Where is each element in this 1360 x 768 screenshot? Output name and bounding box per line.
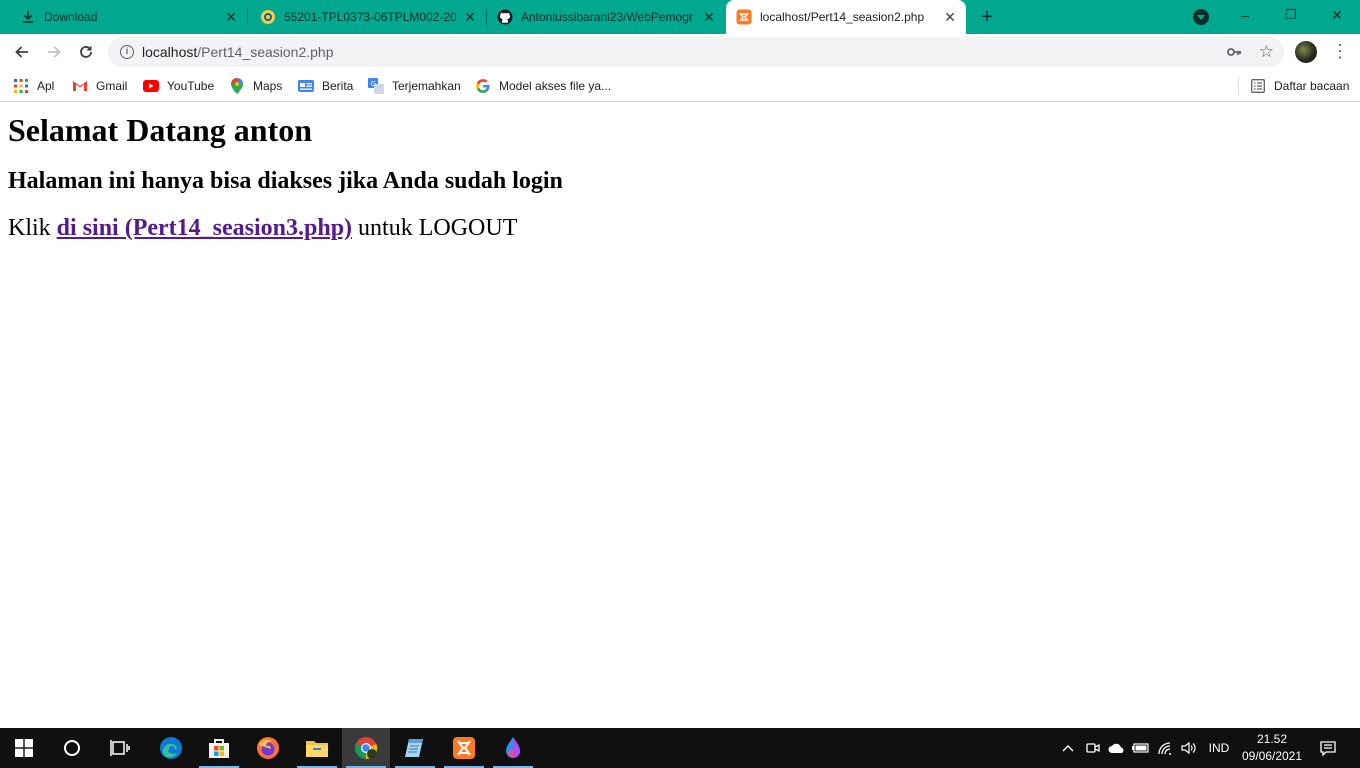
bookmark-star-icon[interactable]: ☆ [1259, 42, 1274, 62]
bookmark-gmail[interactable]: Gmail [72, 75, 127, 97]
university-logo-icon [260, 9, 276, 25]
forward-arrow-icon [48, 46, 61, 58]
reading-list-label: Daftar bacaan [1274, 79, 1350, 93]
gmail-icon [72, 78, 88, 94]
bookmark-label: YouTube [167, 79, 215, 93]
site-info-icon[interactable]: i [120, 45, 134, 59]
battery-icon[interactable] [1130, 728, 1152, 768]
tab-title: Antoniussibarani23/WebPemogr [521, 10, 693, 24]
maps-pin-icon [229, 78, 245, 94]
url-text[interactable]: localhost/Pert14_seasion2.php [142, 44, 333, 60]
volume-icon[interactable] [1178, 728, 1200, 768]
notepad-icon[interactable] [391, 728, 439, 768]
google-icon [475, 78, 491, 94]
onedrive-icon[interactable] [1106, 728, 1128, 768]
back-button[interactable] [8, 38, 36, 66]
bookmark-terjemahkan[interactable]: G Terjemahkan [368, 75, 461, 97]
cortana-search-icon[interactable] [48, 728, 96, 768]
reading-list-button[interactable]: Daftar bacaan [1250, 75, 1349, 97]
tab-close-icon[interactable]: ✕ [223, 9, 239, 25]
reading-list-icon [1250, 78, 1266, 94]
reload-icon [80, 46, 92, 58]
store-icon[interactable] [195, 728, 243, 768]
new-tab-button[interactable]: + [977, 7, 997, 27]
xampp-icon[interactable] [440, 728, 488, 768]
address-bar[interactable]: i localhost/Pert14_seasion2.php ☆ [108, 37, 1284, 67]
bookmark-label: Model akses file ya... [499, 79, 612, 93]
meet-now-icon[interactable] [1083, 728, 1103, 768]
tab-strip: Download ✕ 55201-TPL0373-06TPLM002-2020 … [0, 0, 1360, 34]
download-icon [20, 9, 36, 25]
windows-taskbar: IND 21.52 09/06/2021 [0, 728, 1360, 768]
key-icon[interactable] [1226, 44, 1242, 65]
logout-suffix: untuk LOGOUT [358, 215, 518, 241]
tab-title: 55201-TPL0373-06TPLM002-2020 [284, 10, 456, 24]
bookmark-label: Maps [253, 79, 283, 93]
bookmark-maps[interactable]: Maps [229, 75, 282, 97]
tray-overflow-icon[interactable] [1058, 728, 1078, 768]
bookmark-label: Berita [322, 79, 354, 93]
tab-close-icon[interactable]: ✕ [942, 9, 958, 25]
logout-prefix: Klik [8, 215, 51, 241]
bookmarks-bar: Apl Gmail YouTube Maps Berita G Terjemah… [0, 70, 1360, 102]
minimize-button[interactable]: – [1222, 0, 1268, 34]
translate-icon: G [368, 78, 384, 94]
bookmark-youtube[interactable]: YouTube [143, 75, 214, 97]
clock[interactable]: 21.52 09/06/2021 [1236, 731, 1308, 765]
forward-button[interactable] [40, 38, 68, 66]
tab-title: Download [44, 10, 98, 24]
firefox-icon[interactable] [244, 728, 292, 768]
bookmark-apl[interactable]: Apl [13, 75, 54, 97]
logout-line: Klik di sini (Pert14_seasion3.php) untuk… [8, 215, 517, 242]
close-window-button[interactable]: ✕ [1314, 0, 1360, 34]
reload-button[interactable] [72, 38, 100, 66]
bookmark-berita[interactable]: Berita [298, 75, 353, 97]
tab-github[interactable]: Antoniussibarani23/WebPemogr ✕ [487, 0, 725, 34]
github-icon [497, 9, 513, 25]
tab-course[interactable]: 55201-TPL0373-06TPLM002-2020 ✕ [248, 0, 486, 34]
edge-icon[interactable] [147, 728, 195, 768]
bookmark-model-akses[interactable]: Model akses file ya... [475, 75, 611, 97]
clock-time: 21.52 [1256, 732, 1288, 746]
apps-grid-icon [13, 78, 29, 94]
bookmark-label: Apl [37, 79, 55, 93]
windows-start-icon[interactable] [0, 728, 48, 768]
news-icon [298, 78, 314, 94]
xampp-icon [736, 9, 752, 25]
url-path: /Pert14_seasion2.php [197, 44, 334, 60]
task-view-icon[interactable] [96, 728, 144, 768]
tab-title: localhost/Pert14_seasion2.php [760, 10, 925, 24]
bookmark-label: Gmail [96, 79, 128, 93]
bookmarks-separator [1238, 77, 1239, 95]
tab-search-icon[interactable] [1193, 9, 1209, 25]
logout-link[interactable]: di sini (Pert14_seasion3.php) [57, 215, 352, 241]
profile-avatar[interactable] [1295, 41, 1317, 63]
file-explorer-icon[interactable] [293, 728, 341, 768]
browser-toolbar: i localhost/Pert14_seasion2.php ☆ ⋮ [0, 34, 1360, 70]
back-arrow-icon [15, 46, 28, 58]
welcome-heading: Selamat Datang anton [8, 112, 313, 148]
bookmark-label: Terjemahkan [392, 79, 461, 93]
svg-text:G: G [371, 80, 376, 88]
language-indicator[interactable]: IND [1204, 728, 1234, 768]
login-notice: Halaman ini hanya bisa diakses jika Anda… [8, 168, 563, 194]
tab-localhost-active[interactable]: localhost/Pert14_seasion2.php ✕ [726, 0, 966, 34]
restore-button[interactable]: ❐ [1268, 0, 1314, 34]
tab-close-icon[interactable]: ✕ [462, 9, 478, 25]
notification-center-icon[interactable] [1316, 728, 1340, 768]
tab-close-icon[interactable]: ✕ [701, 9, 717, 25]
browser-menu-icon[interactable]: ⋮ [1331, 42, 1349, 62]
chrome-icon[interactable] [342, 728, 390, 768]
clock-date: 09/06/2021 [1241, 749, 1303, 763]
wifi-icon[interactable] [1154, 728, 1176, 768]
youtube-icon [143, 78, 159, 94]
page-content: Selamat Datang anton Halaman ini hanya b… [0, 103, 1360, 728]
tab-download[interactable]: Download ✕ [0, 0, 247, 34]
url-host: localhost [142, 44, 198, 60]
paint-drop-icon[interactable] [489, 728, 537, 768]
